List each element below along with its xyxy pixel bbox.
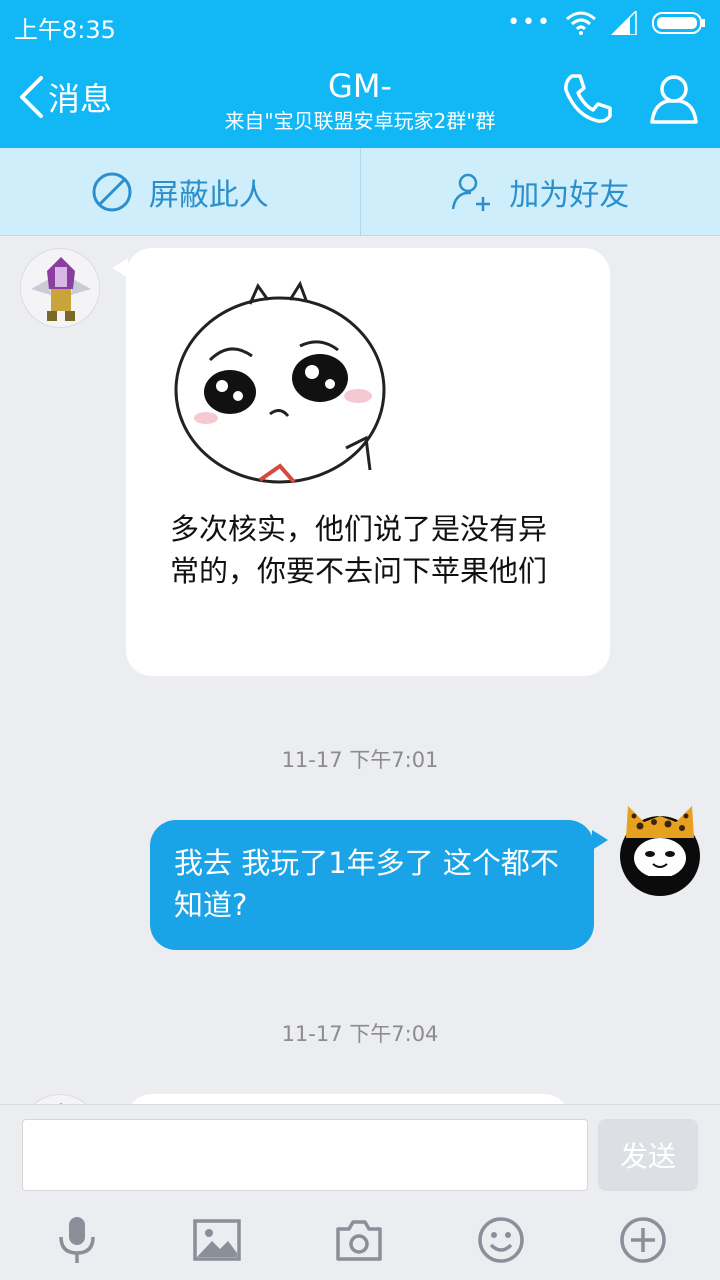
- message-timestamp: 11-17 下午7:01: [281, 748, 439, 772]
- plus-icon[interactable]: [618, 1215, 668, 1265]
- sender-avatar[interactable]: [20, 1094, 100, 1104]
- send-button[interactable]: 发送: [598, 1119, 698, 1191]
- knight-avatar-icon: [60, 1103, 62, 1104]
- signal-icon: [610, 10, 637, 35]
- add-friend-label: 加为好友: [509, 177, 630, 213]
- block-icon: [92, 172, 132, 211]
- incoming-message-bubble[interactable]: [126, 1094, 570, 1104]
- status-icons: •••: [507, 10, 706, 35]
- chat-subtitle: 来自"宝贝联盟安卓玩家2群"群: [224, 109, 496, 133]
- camera-icon[interactable]: [334, 1215, 384, 1265]
- profile-icon[interactable]: [648, 72, 700, 126]
- add-friend-button[interactable]: 加为好友: [359, 148, 720, 235]
- my-avatar[interactable]: [620, 806, 700, 896]
- leopard-hat-avatar-icon: [626, 806, 694, 876]
- chevron-left-icon: [20, 76, 43, 118]
- outgoing-message-bubble[interactable]: 我去 我玩了1年多了 这个都不知道?: [150, 820, 608, 950]
- message-input[interactable]: [22, 1119, 588, 1191]
- title-block: GM- 来自"宝贝联盟安卓玩家2群"群: [160, 66, 560, 136]
- status-time: 上午8:35: [14, 16, 116, 44]
- input-toolbar: [0, 1215, 720, 1271]
- add-friend-icon: [452, 173, 491, 211]
- phone-icon[interactable]: [560, 72, 614, 126]
- block-user-label: 屏蔽此人: [148, 177, 269, 213]
- sender-avatar[interactable]: [20, 248, 100, 328]
- message-timestamp: 11-17 下午7:04: [281, 1022, 439, 1046]
- input-bar: 发送: [0, 1104, 720, 1280]
- chat-messages[interactable]: 多次核实，他们说了是没有异常的，你要不去问下苹果他们 11-17 下午7:01 …: [0, 236, 720, 1104]
- emoji-icon[interactable]: [476, 1215, 526, 1265]
- more-dots-icon: •••: [507, 10, 552, 35]
- back-button[interactable]: 消息: [18, 74, 112, 120]
- wifi-icon: [566, 11, 596, 35]
- battery-icon: [652, 11, 705, 34]
- message-text: 多次核实，他们说了是没有异常的，你要不去问下苹果他们: [170, 512, 548, 588]
- chat-header: 消息 GM- 来自"宝贝联盟安卓玩家2群"群: [0, 50, 720, 148]
- message-text: 我去 我玩了1年多了 这个都不知道?: [174, 846, 559, 922]
- chat-title: GM-: [328, 67, 392, 105]
- incoming-message-bubble[interactable]: 多次核实，他们说了是没有异常的，你要不去问下苹果他们: [112, 248, 610, 676]
- microphone-icon[interactable]: [52, 1215, 102, 1265]
- image-icon[interactable]: [192, 1215, 242, 1265]
- crying-face-sticker: [170, 270, 400, 500]
- knight-avatar-icon: [31, 257, 91, 321]
- back-label: 消息: [48, 80, 113, 118]
- stranger-action-bar: 屏蔽此人 加为好友: [0, 148, 720, 236]
- status-bar: 上午8:35 •••: [0, 0, 720, 50]
- block-user-button[interactable]: 屏蔽此人: [0, 148, 360, 235]
